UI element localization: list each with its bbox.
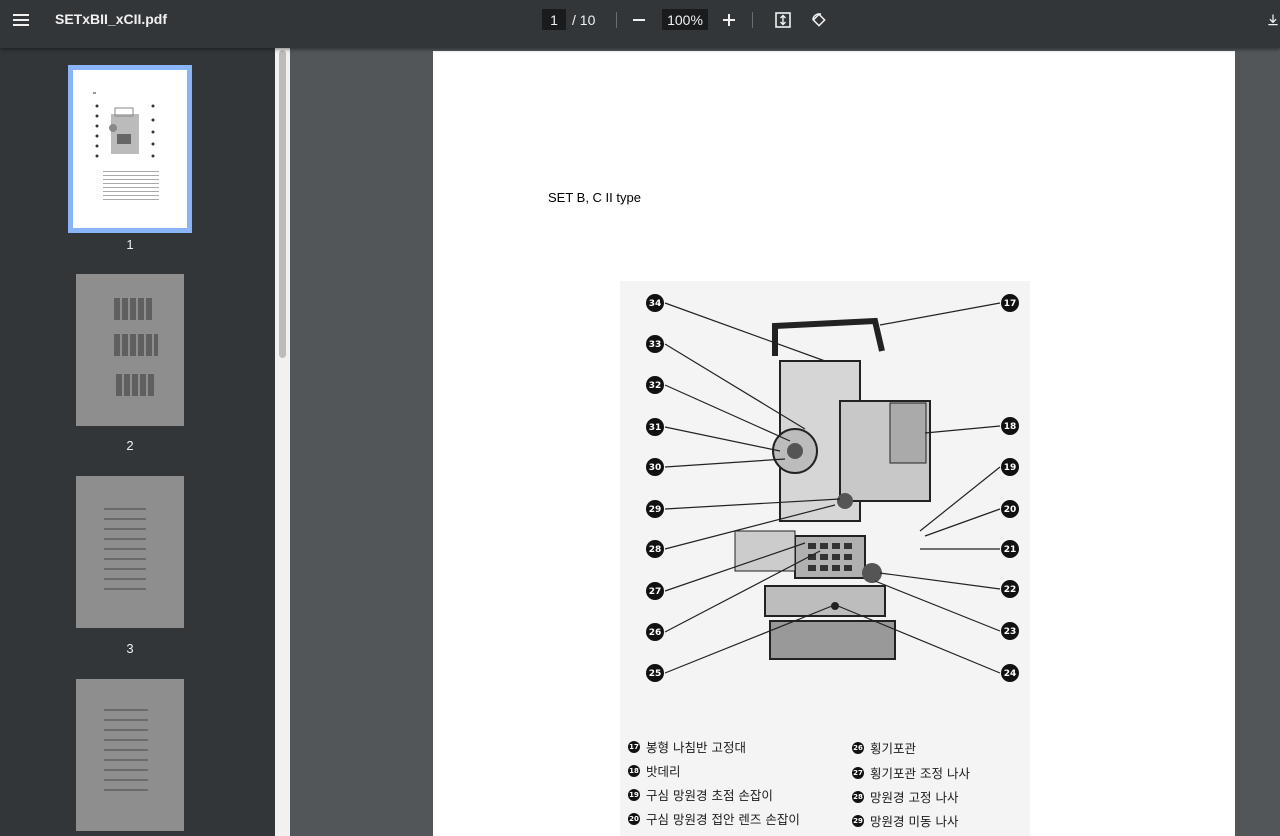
legend-item: 18 밧데리 [628,761,681,780]
rotate-icon[interactable] [807,8,831,32]
callout-label: 24 [1004,669,1017,679]
callout-label: 17 [1004,299,1017,309]
page-thumbnail-1[interactable] [68,65,192,233]
legend-text: 횡기포관 [870,741,917,756]
download-icon[interactable] [1266,8,1280,32]
total-pages-label: / 10 [572,11,596,28]
callout-label: 30 [649,463,662,473]
callout-label: 25 [649,669,662,679]
page-thumbnail-3[interactable] [76,476,184,628]
callout-label: 19 [1004,463,1017,473]
legend-text: 봉형 나침반 고정대 [646,740,746,755]
legend-text: 구심 망원경 초점 손잡이 [646,788,773,803]
legend-item: 28 망원경 고정 나사 [852,787,958,806]
legend-item: 27 횡기포관 조정 나사 [852,763,970,782]
callout-label: 27 [649,587,662,597]
legend-number: 29 [852,814,864,827]
legend-number: 19 [628,788,640,801]
legend-number: 26 [852,741,864,754]
pdf-page: SET B, C II type 34 33 32 31 30 29 28 27… [433,51,1235,836]
thumbnail-label: 3 [126,641,134,656]
zoom-input[interactable] [662,9,708,30]
legend-text: 밧데리 [646,764,681,779]
legend-item: 26 횡기포관 [852,738,916,757]
thumbnail-label: 1 [126,237,134,252]
callout-label: 31 [649,423,662,433]
callout-label: 34 [649,299,662,309]
page-thumbnail-2[interactable] [76,274,184,426]
callout-label: 29 [649,505,662,515]
legend-item: 20 구심 망원경 접안 렌즈 손잡이 [628,809,800,828]
callout-label: 32 [649,381,662,391]
callout-label: 21 [1004,545,1017,555]
page-thumbnail-4[interactable] [76,679,184,831]
callout-label: 28 [649,545,662,555]
legend-item: 19 구심 망원경 초점 손잡이 [628,785,773,804]
legend-number: 28 [852,790,864,803]
legend-text: 횡기포관 조정 나사 [870,766,970,781]
sidebar-scrollbar[interactable] [275,48,290,836]
callout-label: 23 [1004,627,1017,637]
instrument-diagram: 34 33 32 31 30 29 28 27 26 25 17 18 19 2… [620,281,1030,836]
minus-icon[interactable] [627,8,651,32]
toolbar-divider [752,12,753,28]
legend-text: 망원경 고정 나사 [870,790,959,805]
legend-number: 17 [628,740,640,753]
page-heading: SET B, C II type [548,190,641,205]
pdf-toolbar: SETxBII_xCII.pdf / 10 [0,0,1280,48]
legend-number: 20 [628,812,640,825]
plus-icon[interactable] [717,8,741,32]
callout-label: 33 [649,340,662,350]
hamburger-menu-icon[interactable] [9,8,33,32]
sidebar-scrollbar-thumb[interactable] [279,50,286,358]
pdf-viewer: SET B, C II type 34 33 32 31 30 29 28 27… [290,48,1280,836]
callout-label: 18 [1004,422,1017,432]
callout-label: 22 [1004,585,1017,595]
legend-text: 구심 망원경 접안 렌즈 손잡이 [646,812,800,827]
callout-label: 26 [649,628,662,638]
callout-label: 20 [1004,505,1017,515]
fit-page-icon[interactable] [771,8,795,32]
legend-text: 망원경 미동 나사 [870,814,959,829]
toolbar-divider [616,12,617,28]
legend-number: 27 [852,766,864,779]
legend-number: 18 [628,764,640,777]
page-number-input[interactable] [542,9,566,30]
document-title: SETxBII_xCII.pdf [55,11,168,27]
thumbnail-label: 2 [126,438,134,453]
total-station-illustration: 34 33 32 31 30 29 28 27 26 25 17 18 19 2… [646,294,1019,682]
legend-item: 17 봉형 나침반 고정대 [628,737,746,756]
thumbnail-sidebar: 1 2 3 [0,48,275,836]
page-control: / 10 [542,9,595,30]
legend-item: 29 망원경 미동 나사 [852,811,958,830]
